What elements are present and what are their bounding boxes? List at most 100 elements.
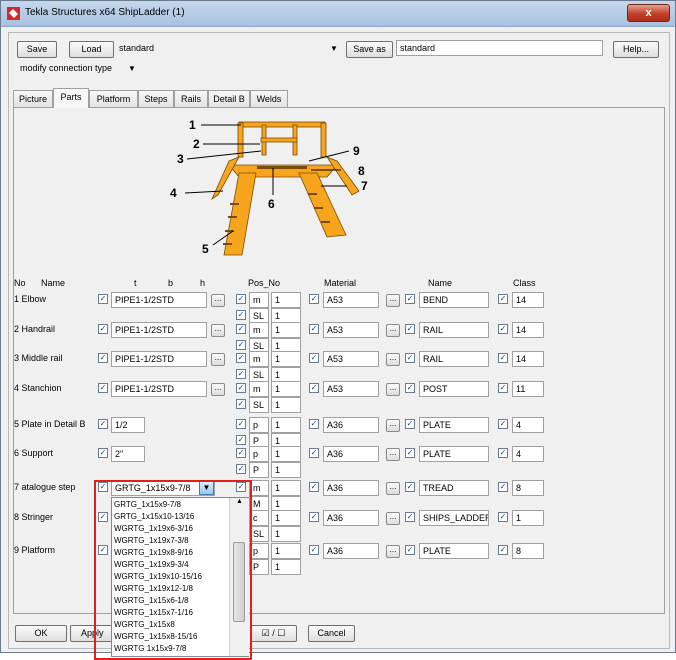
name-input[interactable]: SHIPS_LADDER [419, 510, 489, 526]
profile-dropdown-list[interactable]: GRTG_1x15x9-7/8 GRTG_1x15x10-13/16 WGRTG_1… [111, 497, 249, 657]
checkbox[interactable]: ✓ [236, 435, 246, 445]
save-as-input[interactable]: standard [396, 40, 603, 56]
checkbox[interactable]: ✓ [98, 419, 108, 429]
name-input[interactable]: TREAD [419, 480, 489, 496]
checkbox[interactable]: ✓ [498, 324, 508, 334]
class-input[interactable]: 11 [512, 381, 544, 397]
class-input[interactable]: 8 [512, 480, 544, 496]
checkbox[interactable]: ✓ [405, 448, 415, 458]
dropdown-option[interactable]: WGRTG_1x15x6-1/8 [114, 595, 189, 606]
checkbox[interactable]: ✓ [405, 545, 415, 555]
class-input[interactable]: 4 [512, 417, 544, 433]
material-input[interactable]: A53 [323, 322, 379, 338]
pos-prefix-input[interactable]: c [249, 510, 269, 526]
save-button[interactable]: Save [17, 41, 57, 58]
checkbox[interactable]: ✓ [98, 482, 108, 492]
name-input[interactable]: BEND [419, 292, 489, 308]
checkbox[interactable]: ✓ [498, 353, 508, 363]
checkbox[interactable]: ✓ [236, 419, 246, 429]
material-browse-button[interactable]: ... [386, 383, 400, 396]
material-input[interactable]: A53 [323, 381, 379, 397]
pos-prefix-input[interactable]: SL [249, 397, 269, 413]
checkbox[interactable]: ✓ [498, 512, 508, 522]
checkbox[interactable]: ✓ [405, 512, 415, 522]
tab-steps[interactable]: Steps [138, 90, 174, 107]
checkbox[interactable]: ✓ [236, 340, 246, 350]
checkbox[interactable]: ✓ [98, 545, 108, 555]
profile-browse-button[interactable]: ... [211, 324, 225, 337]
material-browse-button[interactable]: ... [386, 482, 400, 495]
checkbox[interactable]: ✓ [309, 353, 319, 363]
mode-select[interactable]: modify connection type [20, 63, 112, 73]
name-input[interactable]: RAIL [419, 351, 489, 367]
checkbox[interactable]: ✓ [498, 383, 508, 393]
pos-start-input[interactable]: 1 [271, 543, 301, 559]
checkbox[interactable]: ✓ [98, 383, 108, 393]
profile-browse-button[interactable]: ... [211, 294, 225, 307]
pos-prefix-input[interactable]: p [249, 417, 269, 433]
checkbox[interactable]: ✓ [309, 545, 319, 555]
material-browse-button[interactable]: ... [386, 512, 400, 525]
material-browse-button[interactable]: ... [386, 545, 400, 558]
class-input[interactable]: 8 [512, 543, 544, 559]
checkbox[interactable]: ✓ [405, 353, 415, 363]
profile-input[interactable]: 1/2 [111, 417, 145, 433]
pos-start-input[interactable]: 1 [271, 292, 301, 308]
profile-input[interactable]: PIPE1-1/2STD [111, 292, 207, 308]
pos-start-input[interactable]: 1 [271, 397, 301, 413]
checkbox[interactable]: ✓ [309, 383, 319, 393]
checkbox[interactable]: ✓ [309, 324, 319, 334]
checkbox[interactable]: ✓ [236, 294, 246, 304]
checkbox[interactable]: ✓ [309, 419, 319, 429]
close-button[interactable]: x [627, 4, 670, 22]
tab-platform[interactable]: Platform [89, 90, 138, 107]
material-browse-button[interactable]: ... [386, 353, 400, 366]
dropdown-option[interactable]: WGRTG_1x19x8-9/16 [114, 547, 193, 558]
material-browse-button[interactable]: ... [386, 324, 400, 337]
dropdown-scrollbar[interactable]: ▲ [229, 498, 249, 656]
name-input[interactable]: PLATE [419, 543, 489, 559]
checkbox[interactable]: ✓ [498, 419, 508, 429]
pos-prefix-input[interactable]: m [249, 292, 269, 308]
checkbox[interactable]: ✓ [98, 353, 108, 363]
pos-start-input[interactable]: 1 [271, 351, 301, 367]
name-input[interactable]: PLATE [419, 446, 489, 462]
material-browse-button[interactable]: ... [386, 419, 400, 432]
load-button[interactable]: Load [69, 41, 114, 58]
dropdown-option[interactable]: WGRTG_1x19x7-3/8 [114, 535, 189, 546]
pos-prefix-input[interactable]: p [249, 543, 269, 559]
checkbox[interactable]: ✓ [236, 324, 246, 334]
pos-prefix-input[interactable]: P [249, 462, 269, 478]
checkbox[interactable]: ✓ [236, 369, 246, 379]
scroll-up-icon[interactable]: ▲ [236, 498, 243, 505]
material-input[interactable]: A53 [323, 292, 379, 308]
checkbox[interactable]: ✓ [236, 482, 246, 492]
checkbox[interactable]: ✓ [98, 448, 108, 458]
name-input[interactable]: POST [419, 381, 489, 397]
checkbox[interactable]: ✓ [98, 512, 108, 522]
checkbox[interactable]: ✓ [98, 294, 108, 304]
toggle-all-button[interactable]: ☑ / ☐ [250, 625, 297, 642]
checkbox[interactable]: ✓ [236, 383, 246, 393]
checkbox[interactable]: ✓ [236, 310, 246, 320]
tab-parts[interactable]: Parts [53, 88, 89, 108]
checkbox[interactable]: ✓ [498, 482, 508, 492]
material-input[interactable]: A36 [323, 510, 379, 526]
name-input[interactable]: PLATE [419, 417, 489, 433]
profile-input[interactable]: PIPE1-1/2STD [111, 381, 207, 397]
checkbox[interactable]: ✓ [405, 482, 415, 492]
ok-button[interactable]: OK [15, 625, 67, 642]
pos-prefix-input[interactable]: SL [249, 526, 269, 542]
dropdown-option[interactable]: WGRTG_1x15x7-1/16 [114, 607, 193, 618]
checkbox[interactable]: ✓ [98, 324, 108, 334]
checkbox[interactable]: ✓ [405, 324, 415, 334]
material-browse-button[interactable]: ... [386, 448, 400, 461]
profile-browse-button[interactable]: ... [211, 383, 225, 396]
dropdown-option[interactable]: WGRTG_1x15x8-15/16 [114, 631, 197, 642]
class-input[interactable]: 14 [512, 351, 544, 367]
apply-button[interactable]: Apply [70, 625, 115, 642]
chevron-down-icon[interactable]: ▼ [199, 481, 214, 495]
material-input[interactable]: A36 [323, 480, 379, 496]
save-as-button[interactable]: Save as [346, 41, 393, 58]
checkbox[interactable]: ✓ [405, 419, 415, 429]
